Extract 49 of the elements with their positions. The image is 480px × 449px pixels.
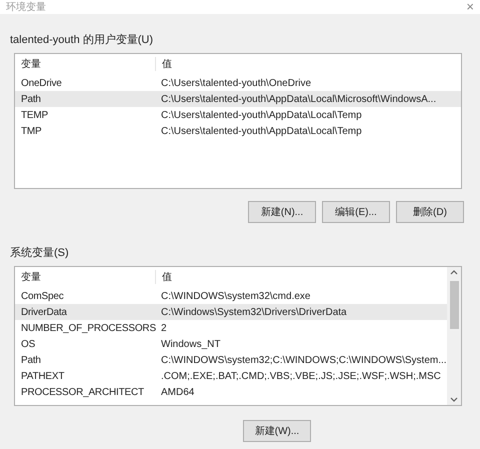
column-header[interactable]: 值	[158, 57, 172, 71]
scrollbar[interactable]	[447, 267, 461, 405]
variable-value: C:\WINDOWS\system32\cmd.exe	[160, 290, 310, 302]
close-button[interactable]: ×	[466, 1, 474, 13]
variable-name: TEMP	[20, 110, 49, 120]
variable-name: Path	[20, 94, 42, 104]
variable-value: C:\Windows\System32\Drivers\DriverData	[160, 306, 347, 318]
list-row[interactable]: NUMBER_OF_PROCESSORS 2	[15, 320, 447, 336]
dialog-button[interactable]: 编辑(E)...	[322, 201, 390, 223]
list-row[interactable]: Path C:\WINDOWS\system32;C:\WINDOWS;C:\WINDOWS\System...	[15, 352, 447, 368]
list-row[interactable]: TEMP C:\Users\talented-youth\AppData\Local\Temp	[15, 107, 461, 123]
dialog-button[interactable]: 新建(N)...	[248, 201, 316, 223]
list-row[interactable]: TMP C:\Users\talented-youth\AppData\Local\Temp	[15, 123, 461, 139]
group-label: 系统变量(S)	[10, 246, 70, 260]
dialog-button[interactable]: 新建(W)...	[243, 420, 311, 442]
list-row[interactable]: Path C:\Users\talented-youth\AppData\Local\Microsoft\WindowsA...	[15, 91, 461, 107]
list-row[interactable]: DriverData C:\Windows\System32\Drivers\DriverData	[15, 304, 447, 320]
column-header[interactable]: 变量	[15, 57, 156, 71]
list-row[interactable]: OS Windows_NT	[15, 336, 447, 352]
variable-name: OS	[20, 338, 36, 350]
variable-name: TMP	[20, 126, 43, 136]
scroll-down-icon[interactable]	[450, 397, 458, 402]
variable-value: C:\WINDOWS\system32;C:\WINDOWS;C:\WINDOWS\System...	[160, 354, 447, 366]
variable-name: ComSpec	[20, 290, 65, 302]
variable-name: PROCESSOR_ARCHITECT	[20, 386, 145, 398]
variable-name: NUMBER_OF_PROCESSORS	[20, 322, 155, 334]
list-row[interactable]: PATHEXT .COM;.EXE;.BAT;.CMD;.VBS;.VBE;.JS;.JSE;.WSF;.WSH;.MSC	[15, 368, 447, 384]
dialog-button[interactable]: 删除(D)	[396, 201, 464, 223]
variable-value: Windows_NT	[160, 338, 220, 350]
variable-name: PATHEXT	[20, 370, 66, 382]
variable-value: .COM;.EXE;.BAT;.CMD;.VBS;.VBE;.JS;.JSE;.WSF;.WSH;.MSC	[160, 370, 441, 382]
list-row[interactable]: PROCESSOR_ARCHITECT AMD64	[15, 384, 447, 400]
variable-value: C:\Users\talented-youth\AppData\Local\Microsoft\WindowsA...	[160, 94, 436, 104]
list-row[interactable]: OneDrive C:\Users\talented-youth\OneDrive	[15, 75, 461, 91]
group-label: talented-youth 的用户变量(U)	[10, 32, 154, 47]
variable-value: C:\Users\talented-youth\AppData\Local\Temp	[160, 126, 362, 136]
variable-value: AMD64	[160, 386, 194, 398]
variable-name: Path	[20, 354, 42, 366]
scroll-up-icon[interactable]	[450, 270, 458, 275]
list-row[interactable]: ComSpec C:\WINDOWS\system32\cmd.exe	[15, 288, 447, 304]
variable-value: C:\Users\talented-youth\OneDrive	[160, 78, 312, 88]
column-header[interactable]: 值	[158, 270, 172, 284]
variable-value: C:\Users\talented-youth\AppData\Local\Temp	[160, 110, 362, 120]
column-header[interactable]: 变量	[15, 270, 156, 284]
window-title: 环境变量	[6, 0, 46, 14]
scrollbar-thumb[interactable]	[450, 281, 458, 329]
variable-name: DriverData	[20, 306, 68, 318]
variable-value: 2	[160, 322, 167, 334]
variable-name: OneDrive	[20, 78, 63, 88]
